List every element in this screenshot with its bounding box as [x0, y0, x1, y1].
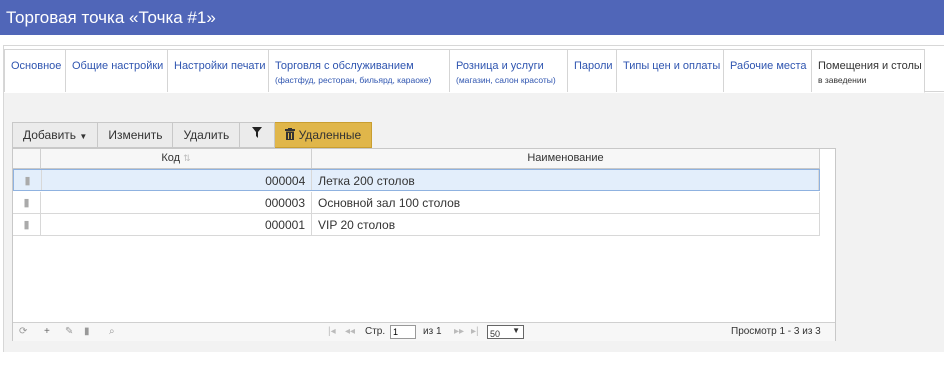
header-icon-column [13, 149, 41, 168]
tab-service-trade[interactable]: Торговля с обслуживанием (фастфуд, рестор… [269, 49, 450, 92]
row-code: 000004 [42, 170, 313, 190]
tab-price-types[interactable]: Типы цен и оплаты [617, 49, 724, 92]
tab-main[interactable]: Основное [4, 49, 66, 92]
column-header-code[interactable]: Код ⇅ [41, 149, 312, 168]
row-name: Основной зал 100 столов [312, 192, 820, 213]
tab-workplaces[interactable]: Рабочие места [724, 49, 812, 92]
add-button-label: Добавить [23, 128, 77, 142]
table-row[interactable]: ▮ 000001 VIP 20 столов [13, 214, 820, 236]
trash-icon [285, 128, 296, 140]
edit-icon[interactable]: ✎ [65, 326, 73, 337]
row-name: Летка 200 столов [312, 170, 819, 190]
next-page-icon[interactable]: ▸▸ [454, 326, 464, 337]
tab-passwords[interactable]: Пароли [568, 49, 617, 92]
grid-header: Код ⇅ Наименование [13, 149, 820, 169]
tab-retail-services[interactable]: Розница и услуги (магазин, салон красоты) [450, 49, 568, 92]
tab-label: Рабочие места [730, 60, 807, 72]
trash-icon[interactable]: ▮ [84, 326, 90, 337]
grid-pager: ⟳ + ✎ ▮ ⌕ |◂ ◂◂ Стр. из 1 ▸▸ ▸| 50 ▼ Про… [13, 322, 835, 341]
tab-label: Пароли [574, 60, 613, 72]
column-label: Наименование [527, 152, 604, 164]
tab-general-settings[interactable]: Общие настройки [66, 49, 168, 92]
page-number-input[interactable] [390, 325, 416, 339]
last-page-icon[interactable]: ▸| [471, 326, 479, 337]
deleted-items-label: Удаленные [298, 128, 362, 142]
chevron-down-icon: ▼ [512, 326, 520, 335]
tab-content: Добавить ▼ Изменить Удалить Удаленные Ко… [4, 93, 944, 352]
add-icon[interactable]: + [44, 326, 50, 337]
row-code: 000001 [41, 214, 312, 235]
table-row[interactable]: ▮ 000004 Летка 200 столов [13, 169, 820, 191]
add-button[interactable]: Добавить ▼ [12, 122, 99, 148]
tab-label: Настройки печати [174, 60, 266, 72]
pager-summary: Просмотр 1 - 3 из 3 [731, 326, 821, 337]
document-icon: ▮ [13, 192, 41, 213]
window-title: Торговая точка «Точка #1» [0, 0, 944, 35]
row-code: 000003 [41, 192, 312, 213]
first-page-icon[interactable]: |◂ [328, 326, 336, 337]
refresh-icon[interactable]: ⟳ [19, 326, 27, 337]
page-size-select[interactable]: 50 ▼ [487, 325, 524, 339]
filter-button[interactable] [240, 122, 276, 148]
row-name: VIP 20 столов [312, 214, 820, 235]
sort-icon: ⇅ [183, 153, 191, 163]
page-size-value: 50 [490, 329, 501, 339]
document-icon: ▮ [13, 214, 41, 235]
edit-button[interactable]: Изменить [98, 122, 174, 148]
tab-label: Торговля с обслуживанием [275, 60, 414, 72]
prev-page-icon[interactable]: ◂◂ [345, 326, 355, 337]
settings-panel: Основное Общие настройки Настройки печат… [3, 45, 944, 352]
tab-label: Розница и услуги [456, 60, 544, 72]
tab-sublabel: (фастфуд, ресторан, бильярд, караоке) [275, 75, 432, 85]
page-label: Стр. [365, 326, 386, 337]
rooms-grid: Код ⇅ Наименование ▮ 000004 Летка 200 ст… [12, 148, 836, 341]
caret-down-icon: ▼ [79, 132, 88, 141]
tab-label: Помещения и столы [818, 60, 922, 72]
table-row[interactable]: ▮ 000003 Основной зал 100 столов [13, 192, 820, 214]
column-header-name[interactable]: Наименование [312, 149, 820, 168]
tab-sublabel: (магазин, салон красоты) [456, 75, 556, 85]
tab-sublabel: в заведении [818, 75, 867, 85]
grid-toolbar: Добавить ▼ Изменить Удалить Удаленные [12, 122, 373, 148]
page-count-label: из 1 [423, 326, 442, 337]
tab-print-settings[interactable]: Настройки печати [168, 49, 269, 92]
column-label: Код [161, 152, 181, 164]
document-icon: ▮ [14, 170, 42, 190]
delete-button[interactable]: Удалить [173, 122, 241, 148]
tab-bar: Основное Общие настройки Настройки печат… [4, 49, 944, 93]
tab-rooms-tables[interactable]: Помещения и столы в заведении [812, 49, 925, 93]
deleted-items-button[interactable]: Удаленные [275, 122, 373, 148]
tab-label: Основное [11, 60, 62, 72]
search-icon[interactable]: ⌕ [109, 326, 115, 337]
filter-icon [252, 127, 263, 138]
tab-label: Общие настройки [72, 60, 164, 72]
tab-label: Типы цен и оплаты [623, 60, 721, 72]
